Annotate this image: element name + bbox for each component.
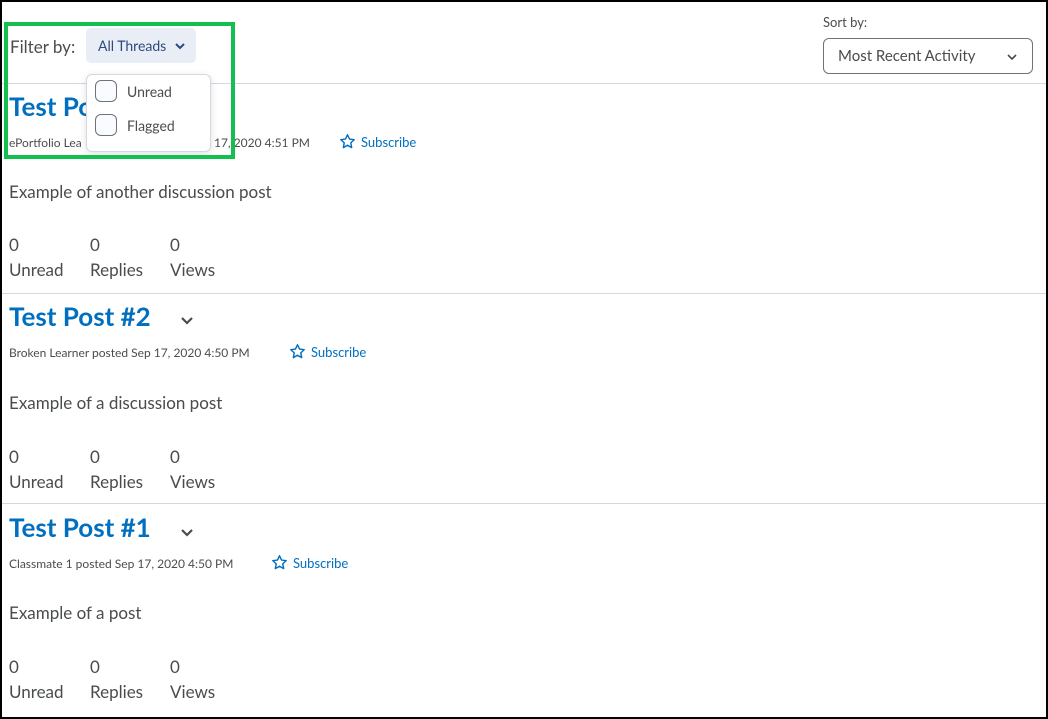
stat-value: 0: [170, 656, 180, 677]
chevron-down-icon[interactable]: [180, 528, 194, 538]
stat-label: Unread: [9, 259, 64, 280]
filter-button-label: All Threads: [98, 37, 167, 54]
post-title-link[interactable]: Test Post #2: [9, 300, 151, 332]
post-title-link[interactable]: Test Po: [9, 90, 93, 122]
subscribe-label: Subscribe: [311, 343, 367, 360]
stat-value: 0: [9, 656, 19, 677]
filter-option-label: Unread: [127, 82, 172, 100]
stat-label: Replies: [90, 259, 144, 280]
stat-replies: 0 Replies: [90, 444, 143, 494]
thread-post: Test Post #1 Classmate 1 posted Sep 17, …: [2, 504, 1046, 715]
stat-value: 0: [9, 446, 19, 467]
stat-label: Replies: [90, 681, 144, 702]
sort-label: Sort by:: [823, 14, 868, 30]
stat-unread: 0 Unread: [9, 654, 64, 704]
stat-replies: 0 Replies: [90, 654, 143, 704]
filter-option-flagged[interactable]: Flagged: [95, 114, 175, 136]
stat-value: 0: [9, 234, 19, 255]
stat-views: 0 Views: [170, 232, 215, 282]
unread-checkbox[interactable]: [95, 80, 117, 102]
post-body: Example of another discussion post: [9, 181, 272, 202]
stat-views: 0 Views: [170, 444, 215, 494]
stat-value: 0: [170, 234, 180, 255]
stat-value: 0: [170, 446, 180, 467]
stat-value: 0: [90, 656, 100, 677]
filter-dropdown-menu: Unread Flagged: [86, 74, 211, 152]
sort-selected-value: Most Recent Activity: [838, 47, 976, 65]
filter-option-label: Flagged: [127, 116, 175, 134]
subscribe-button[interactable]: Subscribe: [271, 554, 348, 571]
subscribe-label: Subscribe: [361, 133, 417, 150]
stat-views: 0 Views: [170, 654, 215, 704]
post-meta: Classmate 1 posted Sep 17, 2020 4:50 PM: [9, 556, 234, 571]
stat-unread: 0 Unread: [9, 232, 64, 282]
post-body: Example of a discussion post: [9, 392, 223, 413]
subscribe-label: Subscribe: [293, 554, 349, 571]
chevron-down-icon: [1007, 54, 1017, 61]
subscribe-button[interactable]: Subscribe: [289, 343, 366, 360]
chevron-down-icon: [175, 42, 185, 49]
star-icon: [340, 134, 355, 149]
post-body: Example of a post: [9, 602, 142, 623]
sort-select[interactable]: Most Recent Activity: [823, 38, 1033, 74]
stat-label: Views: [170, 259, 216, 280]
post-title-link[interactable]: Test Post #1: [9, 511, 151, 543]
stat-label: Unread: [9, 681, 64, 702]
stat-value: 0: [90, 234, 100, 255]
flagged-checkbox[interactable]: [95, 114, 117, 136]
stat-unread: 0 Unread: [9, 444, 64, 494]
toolbar: Filter by: All Threads Sort by: Most Rec…: [2, 2, 1046, 84]
star-icon: [272, 555, 287, 570]
subscribe-button[interactable]: Subscribe: [339, 133, 416, 150]
chevron-down-icon[interactable]: [180, 316, 194, 326]
stat-replies: 0 Replies: [90, 232, 143, 282]
filter-label: Filter by:: [10, 36, 76, 57]
star-icon: [290, 344, 305, 359]
post-meta: Broken Learner posted Sep 17, 2020 4:50 …: [9, 345, 250, 360]
post-meta-date: 17, 2020 4:51 PM: [214, 135, 310, 150]
filter-option-unread[interactable]: Unread: [95, 80, 172, 102]
stat-label: Unread: [9, 471, 64, 492]
post-meta: ePortfolio Lea: [9, 135, 82, 150]
stat-label: Replies: [90, 471, 144, 492]
stat-value: 0: [90, 446, 100, 467]
stat-label: Views: [170, 681, 216, 702]
filter-threads-button[interactable]: All Threads: [86, 28, 196, 63]
stat-label: Views: [170, 471, 216, 492]
thread-post: Test Post #2 Broken Learner posted Sep 1…: [2, 294, 1046, 504]
